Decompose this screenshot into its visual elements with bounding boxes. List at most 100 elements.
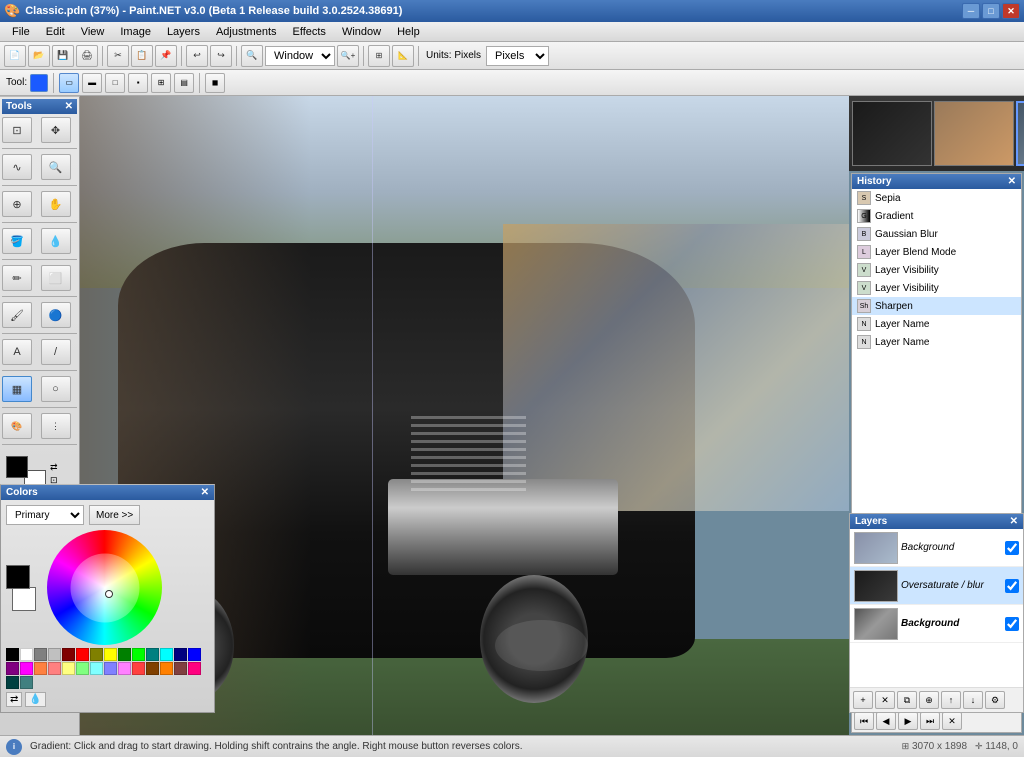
palette-gray[interactable] [34, 648, 47, 661]
palette-yellow[interactable] [104, 648, 117, 661]
palette-steelblue[interactable] [20, 676, 33, 689]
color-wheel[interactable] [47, 530, 162, 645]
tool-opt-extra[interactable]: ◼ [205, 73, 225, 93]
palette-magenta[interactable] [20, 662, 33, 675]
palette-pink[interactable] [48, 662, 61, 675]
palette-olive[interactable] [90, 648, 103, 661]
zoom-in-button[interactable]: 🔍+ [337, 45, 359, 67]
menu-effects[interactable]: Effects [285, 24, 334, 40]
color-mode-dropdown[interactable]: Primary Secondary [6, 505, 84, 525]
layer-item-oversaturate[interactable]: Oversaturate / blur [850, 567, 1023, 605]
layer-visible-over[interactable] [1005, 579, 1019, 593]
layer-up-btn[interactable]: ↑ [941, 691, 961, 709]
menu-file[interactable]: File [4, 24, 38, 40]
palette-navy[interactable] [174, 648, 187, 661]
palette-darkorange[interactable] [160, 662, 173, 675]
tool-move[interactable]: ✥ [41, 117, 71, 143]
print-button[interactable]: 🖨 [76, 45, 98, 67]
history-delete-btn[interactable]: ✕ [942, 712, 962, 730]
history-item-visibility2[interactable]: V Layer Visibility [852, 279, 1021, 297]
tools-close-btn[interactable]: ✕ [65, 101, 73, 112]
minimize-button[interactable]: ─ [962, 3, 980, 19]
tool-select-rect[interactable]: ⊡ [2, 117, 32, 143]
color-swap-btn[interactable]: ⇄ [6, 692, 22, 707]
tool-colorpicker[interactable]: 💧 [41, 228, 71, 254]
tool-color-indicator[interactable] [30, 74, 48, 92]
eyedropper-btn[interactable]: 💧 [25, 692, 45, 707]
tool-opt-rect4[interactable]: ▪ [128, 73, 148, 93]
menu-layers[interactable]: Layers [159, 24, 208, 40]
palette-ltmagenta[interactable] [118, 662, 131, 675]
redo-button[interactable]: ↪ [210, 45, 232, 67]
menu-view[interactable]: View [73, 24, 113, 40]
colors-close-btn[interactable]: ✕ [201, 487, 209, 498]
tool-opt-rect6[interactable]: ▤ [174, 73, 194, 93]
thumb-2[interactable] [934, 101, 1014, 166]
units-dropdown[interactable]: Pixels Inches [486, 46, 549, 66]
palette-ltcyan[interactable] [90, 662, 103, 675]
thumb-1[interactable] [852, 101, 932, 166]
palette-green[interactable] [118, 648, 131, 661]
palette-darkteal[interactable] [6, 676, 19, 689]
secondary-color-swatch[interactable] [12, 587, 36, 611]
paste-button[interactable]: 📌 [155, 45, 177, 67]
tool-pan[interactable]: ✋ [41, 191, 71, 217]
tool-gradient[interactable]: ▦ [2, 376, 32, 402]
fg-color-swatch[interactable] [6, 456, 28, 478]
layer-delete-btn[interactable]: ✕ [875, 691, 895, 709]
layer-item-bg-mono[interactable]: Background [850, 605, 1023, 643]
history-item-name2[interactable]: N Layer Name [852, 333, 1021, 351]
history-item-sepia[interactable]: S Sepia [852, 189, 1021, 207]
zoom-out-button[interactable]: 🔍 [241, 45, 263, 67]
maximize-button[interactable]: □ [982, 3, 1000, 19]
layer-visible-bg[interactable] [1005, 541, 1019, 555]
tool-zoom[interactable]: 🔍 [41, 154, 71, 180]
tool-shapes[interactable]: ○ [41, 376, 71, 402]
tool-opt-rect[interactable]: ▭ [59, 73, 79, 93]
palette-silver[interactable] [48, 648, 61, 661]
cut-button[interactable]: ✂ [107, 45, 129, 67]
layer-duplicate-btn[interactable]: ⧉ [897, 691, 917, 709]
layer-visible-bgmono[interactable] [1005, 617, 1019, 631]
tool-indeterminate[interactable]: ⋮ [41, 413, 71, 439]
history-item-sharpen[interactable]: Sh Sharpen [852, 297, 1021, 315]
history-item-gaussblur[interactable]: B Gaussian Blur [852, 225, 1021, 243]
palette-cyan[interactable] [160, 648, 173, 661]
history-first-btn[interactable]: ⏮ [854, 712, 874, 730]
layer-merge-btn[interactable]: ⊕ [919, 691, 939, 709]
history-close-btn[interactable]: ✕ [1008, 176, 1016, 187]
undo-button[interactable]: ↩ [186, 45, 208, 67]
menu-help[interactable]: Help [389, 24, 428, 40]
tool-clone[interactable]: 🔵 [41, 302, 71, 328]
history-item-blendmode[interactable]: L Layer Blend Mode [852, 243, 1021, 261]
palette-maroon[interactable] [62, 648, 75, 661]
palette-hotpink[interactable] [188, 662, 201, 675]
rulers-button[interactable]: 📐 [392, 45, 414, 67]
menu-image[interactable]: Image [112, 24, 159, 40]
history-last-btn[interactable]: ⏭ [920, 712, 940, 730]
layer-add-btn[interactable]: + [853, 691, 873, 709]
tool-opt-rect3[interactable]: □ [105, 73, 125, 93]
tool-recolor[interactable]: 🎨 [2, 413, 32, 439]
tool-line[interactable]: / [41, 339, 71, 365]
palette-ltbrown[interactable] [174, 662, 187, 675]
history-prev-btn[interactable]: ◀ [876, 712, 896, 730]
open-button[interactable]: 📂 [28, 45, 50, 67]
history-item-name1[interactable]: N Layer Name [852, 315, 1021, 333]
palette-teal[interactable] [146, 648, 159, 661]
tool-lasso[interactable]: ∿ [2, 154, 32, 180]
palette-red[interactable] [76, 648, 89, 661]
tool-pencil[interactable]: ✏ [2, 265, 32, 291]
tool-text[interactable]: A [2, 339, 32, 365]
layer-properties-btn[interactable]: ⚙ [985, 691, 1005, 709]
swap-colors-btn[interactable]: ⇄ [50, 462, 58, 473]
thumb-3[interactable] [1016, 101, 1024, 166]
palette-ltyellow[interactable] [62, 662, 75, 675]
tool-opt-rect5[interactable]: ⊞ [151, 73, 171, 93]
menu-adjustments[interactable]: Adjustments [208, 24, 285, 40]
color-wheel-selector[interactable] [105, 590, 113, 598]
palette-purple[interactable] [6, 662, 19, 675]
history-item-gradient[interactable]: G Gradient [852, 207, 1021, 225]
zoom-dropdown[interactable]: Window 37% 50% 100% [265, 46, 335, 66]
palette-ltgreen[interactable] [76, 662, 89, 675]
